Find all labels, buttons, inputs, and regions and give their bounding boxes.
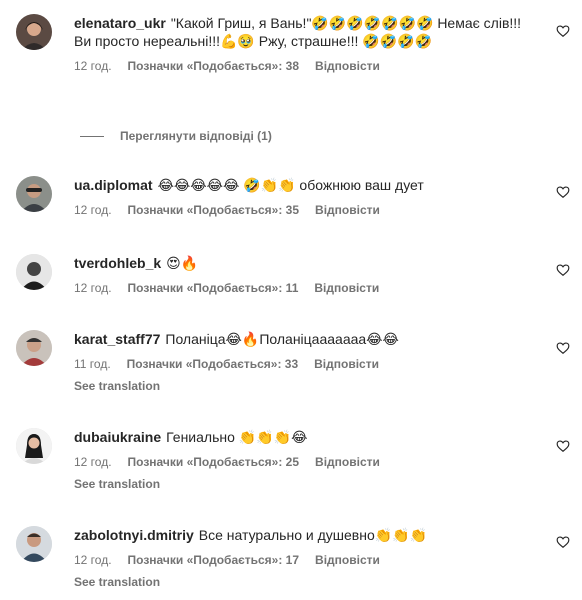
comment-meta: 12 год. Позначки «Подобається»: 35 Відпові… [74,202,542,218]
comment-text: karat_staff77 Поланіца😂🔥Поланіцааааааа😂😂 [74,330,542,348]
reply-button[interactable]: Відповісти [314,357,379,371]
see-translation-button[interactable]: See translation [74,476,542,492]
comment-meta: 12 год. Позначки «Подобається»: 25 Відпові… [74,454,542,470]
avatar[interactable] [16,428,52,464]
comment-time[interactable]: 12 год. [74,553,112,567]
comment-time[interactable]: 11 год. [74,357,111,371]
heart-outline-icon[interactable] [556,185,570,199]
comment-meta: 11 год. Позначки «Подобається»: 33 Відпові… [74,356,542,372]
heart-outline-icon[interactable] [556,535,570,549]
reply-button[interactable]: Відповісти [315,553,380,567]
comment-username[interactable]: tverdohleb_k [74,255,161,271]
avatar[interactable] [16,330,52,366]
comment-meta: 12 год. Позначки «Подобається»: 38 Відпові… [74,58,542,74]
comment-content: 😍🔥 [166,255,199,271]
comment-content: Поланіца😂🔥Поланіцааааааа😂😂 [165,331,399,347]
heart-outline-icon[interactable] [556,439,570,453]
avatar[interactable] [16,526,52,562]
comment-content: Все натурально и душевно👏👏👏 [198,527,428,543]
reply-button[interactable]: Відповісти [315,455,380,469]
comment-likes[interactable]: Позначки «Подобається»: 38 [128,59,299,73]
comment-likes[interactable]: Позначки «Подобається»: 33 [127,357,298,371]
comment-username[interactable]: dubaiukraine [74,429,161,445]
reply-button[interactable]: Відповісти [314,281,379,295]
comment-text: tverdohleb_k 😍🔥 [74,254,542,272]
comment-text: zabolotnyi.dmitriy Все натурально и душев… [74,526,542,544]
comment-time[interactable]: 12 год. [74,455,112,469]
heart-outline-icon[interactable] [556,341,570,355]
view-replies-line [80,135,104,137]
comment-username[interactable]: ua.diplomat [74,177,153,193]
comment-likes[interactable]: Позначки «Подобається»: 17 [128,553,299,567]
view-replies-label: Переглянути відповіді (1) [120,129,272,143]
avatar[interactable] [16,14,52,50]
comment-likes[interactable]: Позначки «Подобається»: 11 [128,281,299,295]
comment-text: dubaiukraine Гениально 👏👏👏😂 [74,428,542,446]
comment-time[interactable]: 12 год. [74,59,112,73]
heart-outline-icon[interactable] [556,263,570,277]
avatar[interactable] [16,176,52,212]
comment-meta: 12 год. Позначки «Подобається»: 11 Відпові… [74,280,542,296]
comment-text: ua.diplomat 😂😂😂😂😂 🤣👏👏 обожнюю ваш дует [74,176,542,194]
comment-likes[interactable]: Позначки «Подобається»: 35 [128,203,299,217]
comment-content: 😂😂😂😂😂 🤣👏👏 обожнюю ваш дует [157,177,424,193]
comment-meta: 12 год. Позначки «Подобається»: 17 Відпові… [74,552,542,568]
reply-button[interactable]: Відповісти [315,59,380,73]
comment-username[interactable]: karat_staff77 [74,331,160,347]
see-translation-button[interactable]: See translation [74,574,542,590]
comment-username[interactable]: zabolotnyi.dmitriy [74,527,194,543]
comment-likes[interactable]: Позначки «Подобається»: 25 [128,455,299,469]
comments-list: elenataro_ukr "Какой Гриш, я Вань!"🤣🤣🤣🤣🤣🤣… [0,0,582,600]
comment-username[interactable]: elenataro_ukr [74,15,166,31]
comment-text: elenataro_ukr "Какой Гриш, я Вань!"🤣🤣🤣🤣🤣🤣… [74,14,542,50]
comment-content: Гениально 👏👏👏😂 [166,429,308,445]
avatar[interactable] [16,254,52,290]
heart-outline-icon[interactable] [556,24,570,38]
see-translation-button[interactable]: See translation [74,378,542,394]
reply-button[interactable]: Відповісти [315,203,380,217]
comment-time[interactable]: 12 год. [74,203,112,217]
view-replies-button[interactable]: Переглянути відповіді (1) [80,128,272,144]
comment-time[interactable]: 12 год. [74,281,112,295]
